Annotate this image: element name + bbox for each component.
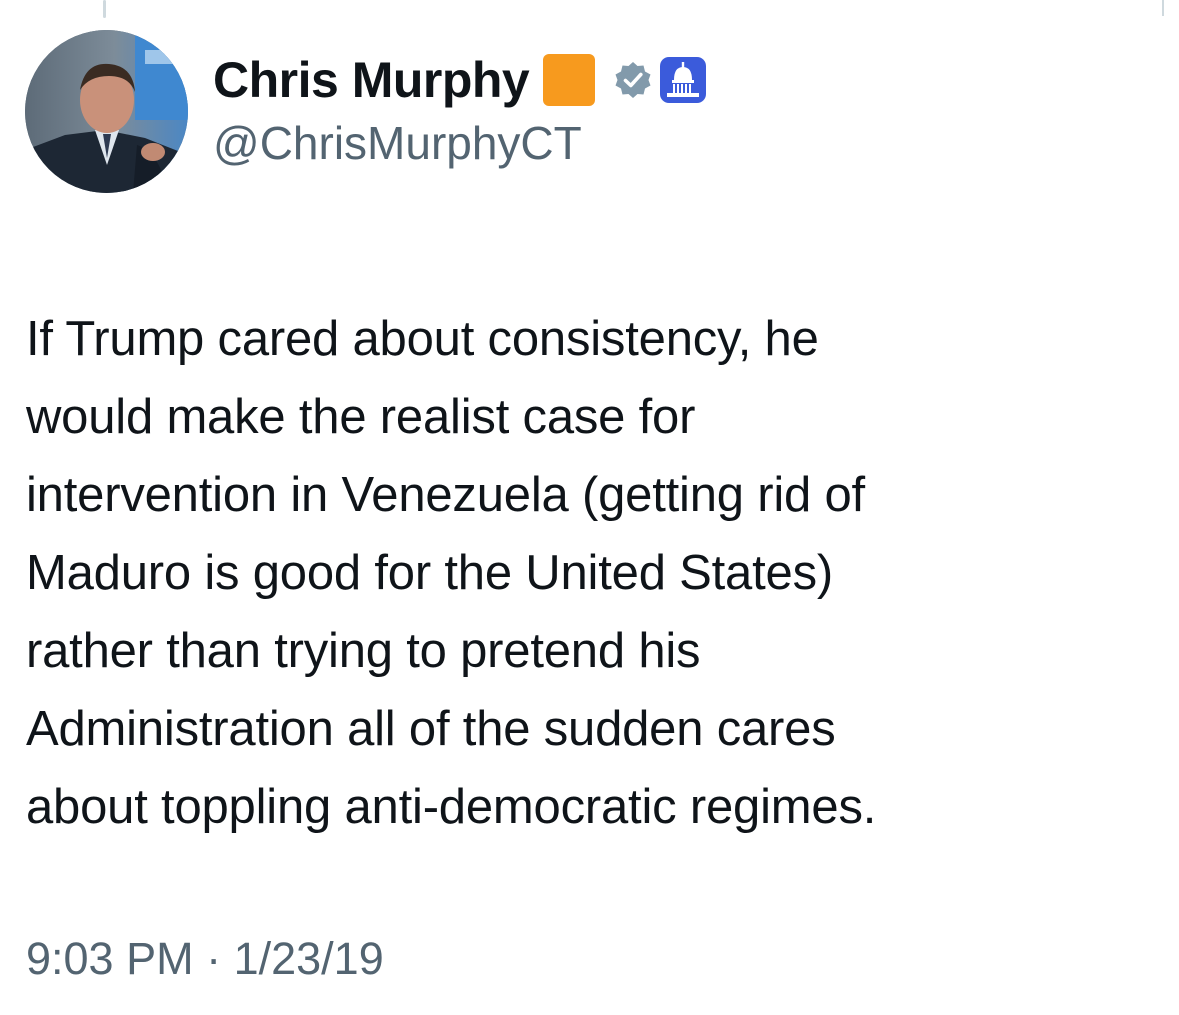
name-row: Chris Murphy xyxy=(213,46,707,114)
tweet-header: Chris Murphy @ChrisMurphyCT xyxy=(213,46,707,170)
tweet-text-line: would make the realist case for xyxy=(26,390,696,444)
tweet-text: If Trump cared about consistency, he wou… xyxy=(26,300,1146,846)
verified-badge-icon[interactable] xyxy=(613,60,653,100)
tweet-text-line: about toppling anti-democratic regimes. xyxy=(26,780,877,834)
tweet-text-line: intervention in Venezuela (getting rid o… xyxy=(26,468,865,522)
capitol-building-icon xyxy=(660,57,707,103)
tweet-text-line: Administration all of the sudden cares xyxy=(26,702,836,756)
display-name[interactable]: Chris Murphy xyxy=(213,51,530,109)
tweet-timestamp[interactable]: 9:03 PM · 1/23/19 xyxy=(26,933,384,985)
avatar-photo xyxy=(25,30,188,193)
thread-connector-line xyxy=(103,0,106,18)
orange-square-emoji-icon xyxy=(543,54,596,106)
tweet-text-line: Maduro is good for the United States) xyxy=(26,546,833,600)
avatar[interactable] xyxy=(25,30,188,193)
tweet-text-line: If Trump cared about consistency, he xyxy=(26,312,819,366)
tweet-text-line: rather than trying to pretend his xyxy=(26,624,701,678)
edge-divider xyxy=(1162,0,1164,16)
user-handle[interactable]: @ChrisMurphyCT xyxy=(213,116,707,170)
